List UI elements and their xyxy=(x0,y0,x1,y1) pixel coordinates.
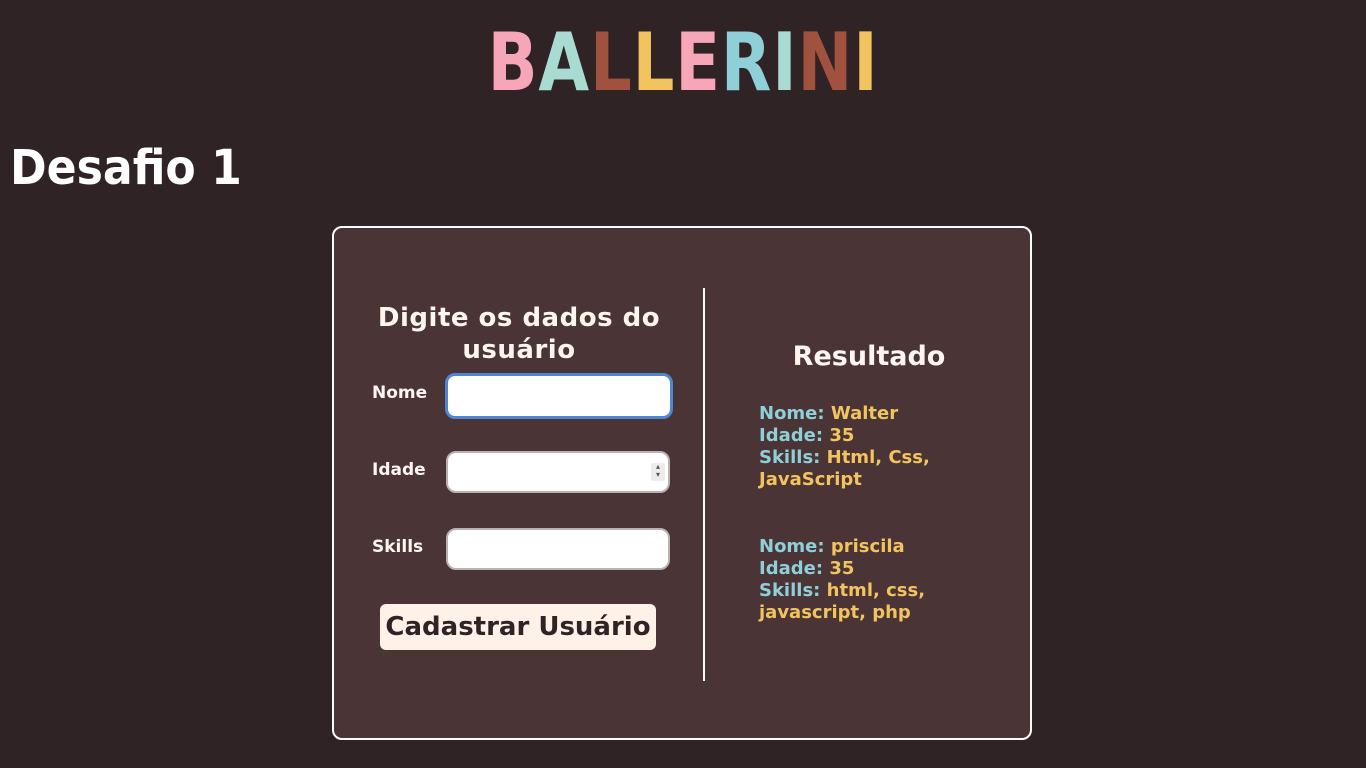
logo-letter: A xyxy=(538,16,591,109)
logo-letter: L xyxy=(632,16,676,109)
name-label: Nome xyxy=(372,383,428,403)
skills-input[interactable] xyxy=(446,528,670,570)
name-input[interactable] xyxy=(445,373,673,419)
result-age-value: 35 xyxy=(829,558,855,579)
result-name-value: Walter xyxy=(830,403,899,424)
result-heading: Resultado xyxy=(792,341,946,372)
result-age-key: Idade: xyxy=(759,425,824,446)
result-age-key: Idade: xyxy=(759,558,824,579)
result-age-value: 35 xyxy=(829,425,855,446)
column-divider xyxy=(703,288,705,681)
age-stepper-icon[interactable]: ▴ ▾ xyxy=(651,463,665,481)
logo-letter: I xyxy=(853,16,879,109)
age-label: Idade xyxy=(372,460,426,480)
result-name-key: Nome: xyxy=(759,536,825,557)
result-skills-key: Skills: xyxy=(759,447,821,468)
result-name-value: priscila xyxy=(830,536,905,557)
logo-letter: R xyxy=(720,16,773,109)
page-title: Desafio 1 xyxy=(10,140,242,196)
user-form-card: Digite os dados do usuário Nome Idade ▴ ▾… xyxy=(332,226,1032,740)
logo-letter: E xyxy=(675,16,721,109)
result-name-key: Nome: xyxy=(759,403,825,424)
register-user-button[interactable]: Cadastrar Usuário xyxy=(380,604,656,650)
logo-letter: I xyxy=(772,16,798,109)
result-skills-key: Skills: xyxy=(759,580,821,601)
skills-label: Skills xyxy=(372,537,424,557)
logo-letter: B xyxy=(487,16,539,109)
brand-logo: BALLERINI xyxy=(123,18,1243,108)
age-input[interactable] xyxy=(446,451,670,493)
logo-letter: L xyxy=(590,16,633,109)
result-entry: Nome: priscila Idade: 35 Skills: html, c… xyxy=(759,536,1009,624)
form-heading: Digite os dados do usuário xyxy=(377,303,661,365)
logo-letter: N xyxy=(797,16,854,109)
result-entry: Nome: Walter Idade: 35 Skills: Html, Css… xyxy=(759,403,1009,491)
